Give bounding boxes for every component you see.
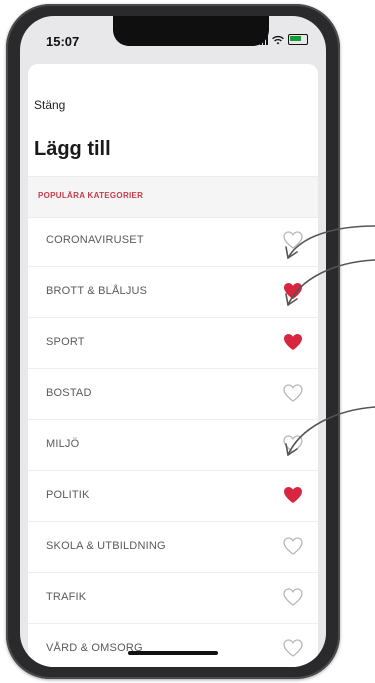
home-indicator[interactable]	[128, 651, 218, 655]
category-row[interactable]: SPORT	[28, 318, 318, 369]
category-row[interactable]: MILJÖ	[28, 420, 318, 471]
heart-outline-icon[interactable]	[283, 384, 303, 402]
add-category-sheet: Stäng Lägg till POPULÄRA KATEGORIER CORO…	[28, 64, 318, 667]
category-row[interactable]: CORONAVIRUSET	[28, 216, 318, 267]
category-row[interactable]: POLITIK	[28, 471, 318, 522]
wifi-icon	[272, 35, 284, 44]
category-row[interactable]: BOSTAD	[28, 369, 318, 420]
heart-outline-icon[interactable]	[283, 231, 303, 249]
category-label: SPORT	[46, 336, 85, 348]
category-label: TRAFIK	[46, 591, 87, 603]
heart-outline-icon[interactable]	[283, 588, 303, 606]
category-row[interactable]: BROTT & BLÅLJUS	[28, 267, 318, 318]
notch	[113, 16, 269, 46]
heart-outline-icon[interactable]	[283, 435, 303, 453]
category-label: CORONAVIRUSET	[46, 234, 144, 246]
heart-filled-icon[interactable]	[283, 333, 303, 351]
category-label: MILJÖ	[46, 438, 80, 450]
heart-filled-icon[interactable]	[283, 486, 303, 504]
heart-outline-icon[interactable]	[283, 537, 303, 555]
status-time: 15:07	[46, 34, 80, 49]
category-row[interactable]: TRAFIK	[28, 573, 318, 624]
category-row[interactable]: SKOLA & UTBILDNING	[28, 522, 318, 573]
close-button[interactable]: Stäng	[34, 98, 65, 112]
heart-filled-icon[interactable]	[283, 282, 303, 300]
category-row[interactable]: VÅRD & OMSORG	[28, 624, 318, 667]
section-label: POPULÄRA KATEGORIER	[38, 191, 144, 200]
section-header: POPULÄRA KATEGORIER	[28, 176, 318, 218]
phone-screen: 15:07 Stäng Lägg till POPULÄRA KATEGORIE…	[20, 16, 326, 667]
category-label: SKOLA & UTBILDNING	[46, 540, 166, 552]
battery-icon	[288, 34, 308, 45]
category-list: CORONAVIRUSET BROTT & BLÅLJUS SPORT BOSTAD M…	[28, 216, 318, 667]
phone-frame: 15:07 Stäng Lägg till POPULÄRA KATEGORIE…	[6, 4, 340, 679]
category-label: POLITIK	[46, 489, 90, 501]
category-label: BOSTAD	[46, 387, 92, 399]
category-label: BROTT & BLÅLJUS	[46, 285, 148, 297]
heart-outline-icon[interactable]	[283, 639, 303, 657]
page-title: Lägg till	[34, 138, 111, 160]
